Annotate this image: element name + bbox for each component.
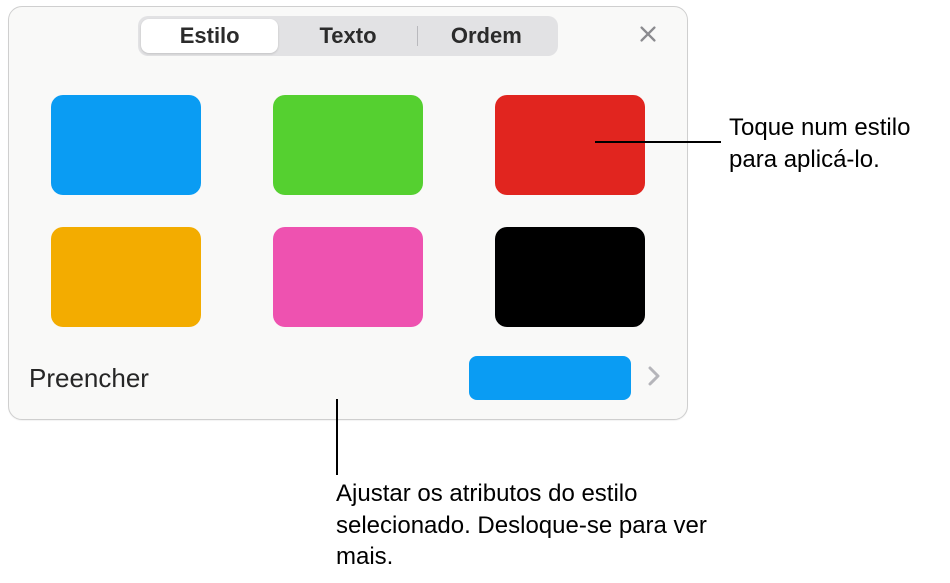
style-swatch-grid xyxy=(51,95,645,327)
fill-label: Preencher xyxy=(29,363,149,394)
format-panel: Estilo Texto Ordem xyxy=(8,6,688,420)
callout-adjust-text: Ajustar os atributos do estilo seleciona… xyxy=(336,478,726,573)
tab-bar: Estilo Texto Ordem xyxy=(138,16,558,56)
fill-disclosure[interactable] xyxy=(641,365,667,391)
style-swatch-black[interactable] xyxy=(495,227,645,327)
chevron-right-icon xyxy=(647,365,661,392)
callout-line xyxy=(336,399,338,475)
callout-apply-text: Toque num estilo para aplicá-lo. xyxy=(729,112,949,175)
tab-label: Ordem xyxy=(451,23,522,49)
callout-line xyxy=(595,141,721,143)
style-swatch-blue[interactable] xyxy=(51,95,201,195)
close-icon xyxy=(637,23,659,50)
tab-text[interactable]: Texto xyxy=(279,19,416,53)
fill-color-swatch[interactable] xyxy=(469,356,631,400)
tab-style[interactable]: Estilo xyxy=(141,19,278,53)
style-swatch-green[interactable] xyxy=(273,95,423,195)
close-button[interactable] xyxy=(631,19,665,53)
fill-controls xyxy=(469,356,667,400)
style-swatch-yellow[interactable] xyxy=(51,227,201,327)
fill-row[interactable]: Preencher xyxy=(29,349,667,407)
tab-label: Estilo xyxy=(180,23,240,49)
style-swatch-pink[interactable] xyxy=(273,227,423,327)
panel-header: Estilo Texto Ordem xyxy=(9,7,687,65)
tab-label: Texto xyxy=(319,23,376,49)
style-swatch-red[interactable] xyxy=(495,95,645,195)
tab-order[interactable]: Ordem xyxy=(418,19,555,53)
